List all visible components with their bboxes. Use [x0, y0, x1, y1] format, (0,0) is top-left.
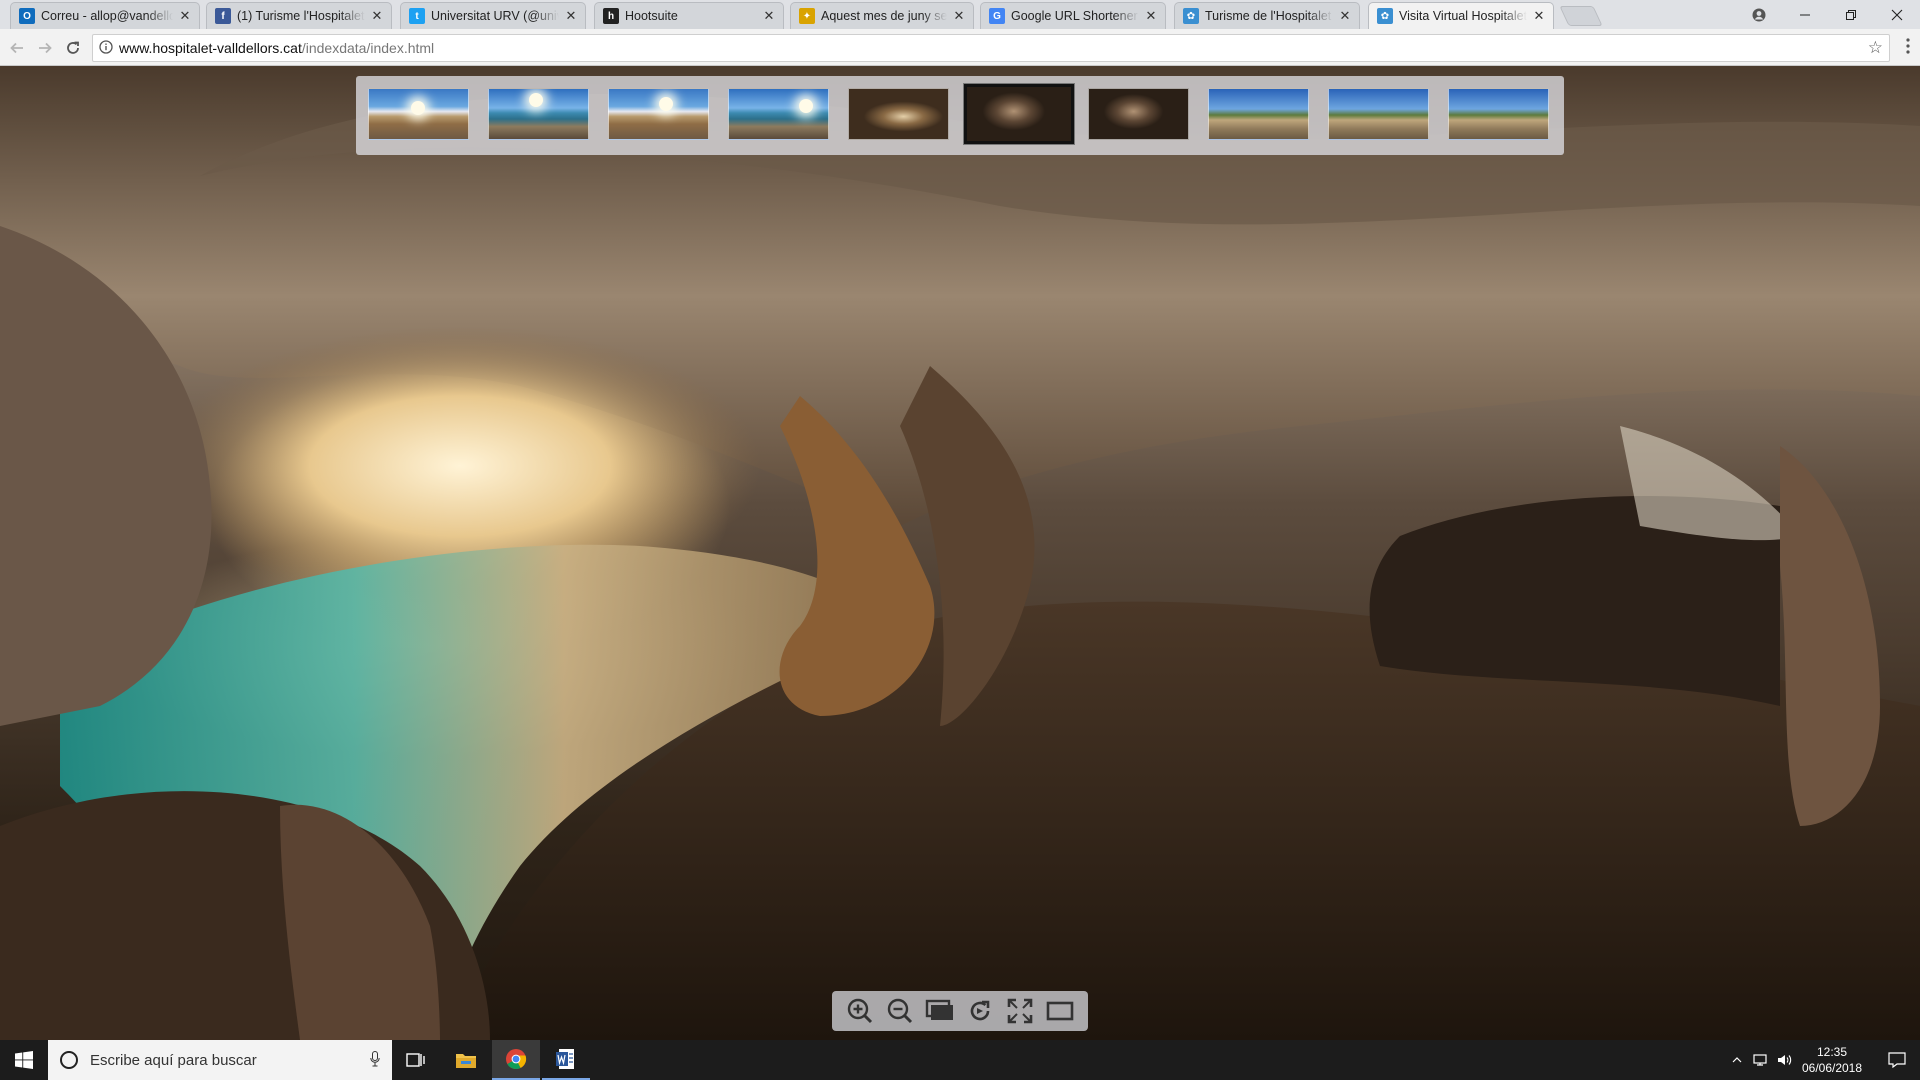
close-icon[interactable]: ✕ — [563, 8, 579, 24]
microphone-icon[interactable] — [370, 1051, 380, 1070]
tab-correu[interactable]: O Correu - allop@vandellos.cat ✕ — [10, 2, 200, 29]
twitter-icon: t — [409, 8, 425, 24]
toggle-thumbnails-icon[interactable] — [1044, 995, 1076, 1027]
close-icon[interactable]: ✕ — [369, 8, 385, 24]
cave-panorama-image — [0, 66, 1920, 1040]
viewer-control-bar — [832, 991, 1088, 1031]
network-icon[interactable] — [1750, 1040, 1772, 1080]
minimize-button[interactable] — [1782, 0, 1828, 29]
clock-time: 12:35 — [1816, 1045, 1848, 1059]
zoom-in-icon[interactable] — [844, 995, 876, 1027]
bookmark-star-icon[interactable]: ☆ — [1868, 38, 1883, 58]
tab-title: Turisme de l'Hospitalet de l'Infant — [1205, 9, 1333, 23]
taskbar-search-placeholder: Escribe aquí para buscar — [90, 1051, 257, 1069]
auto-rotate-icon[interactable] — [964, 995, 996, 1027]
windows-taskbar: Escribe aquí para buscar 12:35 06/06/201… — [0, 1040, 1920, 1080]
chrome-icon[interactable] — [492, 1040, 540, 1080]
scene-thumbnail[interactable] — [1328, 88, 1429, 140]
tab-title: Universitat URV (@universitaturv) — [431, 9, 559, 23]
tab-hootsuite[interactable]: h Hootsuite ✕ — [594, 2, 784, 29]
close-window-button[interactable] — [1874, 0, 1920, 29]
new-tab-button[interactable] — [1559, 6, 1603, 26]
star-favicon-icon: ✦ — [799, 8, 815, 24]
reload-icon[interactable] — [60, 35, 86, 61]
google-icon: G — [989, 8, 1005, 24]
url-path: /indexdata/index.html — [301, 40, 435, 56]
scene-thumbnail[interactable] — [1448, 88, 1549, 140]
cortana-icon — [60, 1051, 78, 1069]
tab-google-url-shortener[interactable]: G Google URL Shortener ✕ — [980, 2, 1166, 29]
tab-title: Aquest mes de juny se celebra — [821, 9, 947, 23]
forward-arrow-icon[interactable] — [32, 35, 58, 61]
flower-favicon-icon: ✿ — [1183, 8, 1199, 24]
tab-aquest-mes[interactable]: ✦ Aquest mes de juny se celebra ✕ — [790, 2, 974, 29]
scene-thumbnail[interactable] — [488, 88, 589, 140]
windows-start-icon[interactable] — [0, 1040, 48, 1080]
url-host: www.hospitalet-valldellors.cat — [119, 40, 302, 56]
browser-toolbar: www.hospitalet-valldellors.cat/indexdata… — [0, 29, 1920, 66]
scene-thumbnail[interactable] — [1208, 88, 1309, 140]
close-icon[interactable]: ✕ — [951, 8, 967, 24]
word-document-icon[interactable] — [542, 1040, 590, 1080]
close-icon[interactable]: ✕ — [1531, 8, 1547, 24]
outlook-icon: O — [19, 8, 35, 24]
tab-title: Google URL Shortener — [1011, 9, 1138, 23]
taskbar-search-box[interactable]: Escribe aquí para buscar — [48, 1040, 392, 1080]
clock-date: 06/06/2018 — [1801, 1061, 1863, 1075]
panorama-viewer[interactable] — [0, 66, 1920, 1040]
back-arrow-icon[interactable] — [4, 35, 30, 61]
scene-thumbnail[interactable] — [608, 88, 709, 140]
tab-title: (1) Turisme l'Hospitalet de l'Infant — [237, 9, 365, 23]
tab-title: Hootsuite — [625, 9, 678, 23]
info-icon[interactable] — [93, 39, 119, 57]
scene-thumbnail[interactable] — [848, 88, 949, 140]
tab-strip: O Correu - allop@vandellos.cat ✕ f (1) T… — [0, 0, 1920, 29]
close-icon[interactable]: ✕ — [177, 8, 193, 24]
close-icon[interactable]: ✕ — [761, 8, 777, 24]
task-view-icon[interactable] — [392, 1040, 440, 1080]
zoom-out-icon[interactable] — [884, 995, 916, 1027]
tab-facebook[interactable]: f (1) Turisme l'Hospitalet de l'Infant ✕ — [206, 2, 392, 29]
tab-turisme-hospitalet[interactable]: ✿ Turisme de l'Hospitalet de l'Infant ✕ — [1174, 2, 1360, 29]
scene-thumbnail-bar — [356, 76, 1564, 155]
view-mode-icon[interactable] — [924, 995, 956, 1027]
notifications-icon[interactable] — [1874, 1040, 1920, 1080]
facebook-icon: f — [215, 8, 231, 24]
file-explorer-icon[interactable] — [442, 1040, 490, 1080]
close-icon[interactable]: ✕ — [1143, 8, 1159, 24]
tab-title: Visita Virtual Hospitalet de l'Infant — [1399, 9, 1527, 23]
browser-menu-icon[interactable] — [1906, 38, 1910, 54]
scene-thumbnail-selected[interactable] — [964, 84, 1074, 144]
volume-icon[interactable] — [1774, 1040, 1796, 1080]
profile-icon[interactable] — [1736, 0, 1782, 29]
close-icon[interactable]: ✕ — [1337, 8, 1353, 24]
tab-visita-virtual[interactable]: ✿ Visita Virtual Hospitalet de l'Infant … — [1368, 2, 1554, 29]
scene-thumbnail[interactable] — [728, 88, 829, 140]
system-clock[interactable]: 12:35 06/06/2018 — [1796, 1044, 1868, 1076]
scene-thumbnail[interactable] — [1088, 88, 1189, 140]
fullscreen-icon[interactable] — [1004, 995, 1036, 1027]
flower-favicon-icon: ✿ — [1377, 8, 1393, 24]
restore-button[interactable] — [1828, 0, 1874, 29]
address-bar[interactable]: www.hospitalet-valldellors.cat/indexdata… — [92, 34, 1890, 62]
tab-title: Correu - allop@vandellos.cat — [41, 9, 173, 23]
hootsuite-icon: h — [603, 8, 619, 24]
tab-twitter[interactable]: t Universitat URV (@universitaturv) ✕ — [400, 2, 586, 29]
show-hidden-icons-chevron-up-icon[interactable] — [1728, 1040, 1746, 1080]
scene-thumbnail[interactable] — [368, 88, 469, 140]
